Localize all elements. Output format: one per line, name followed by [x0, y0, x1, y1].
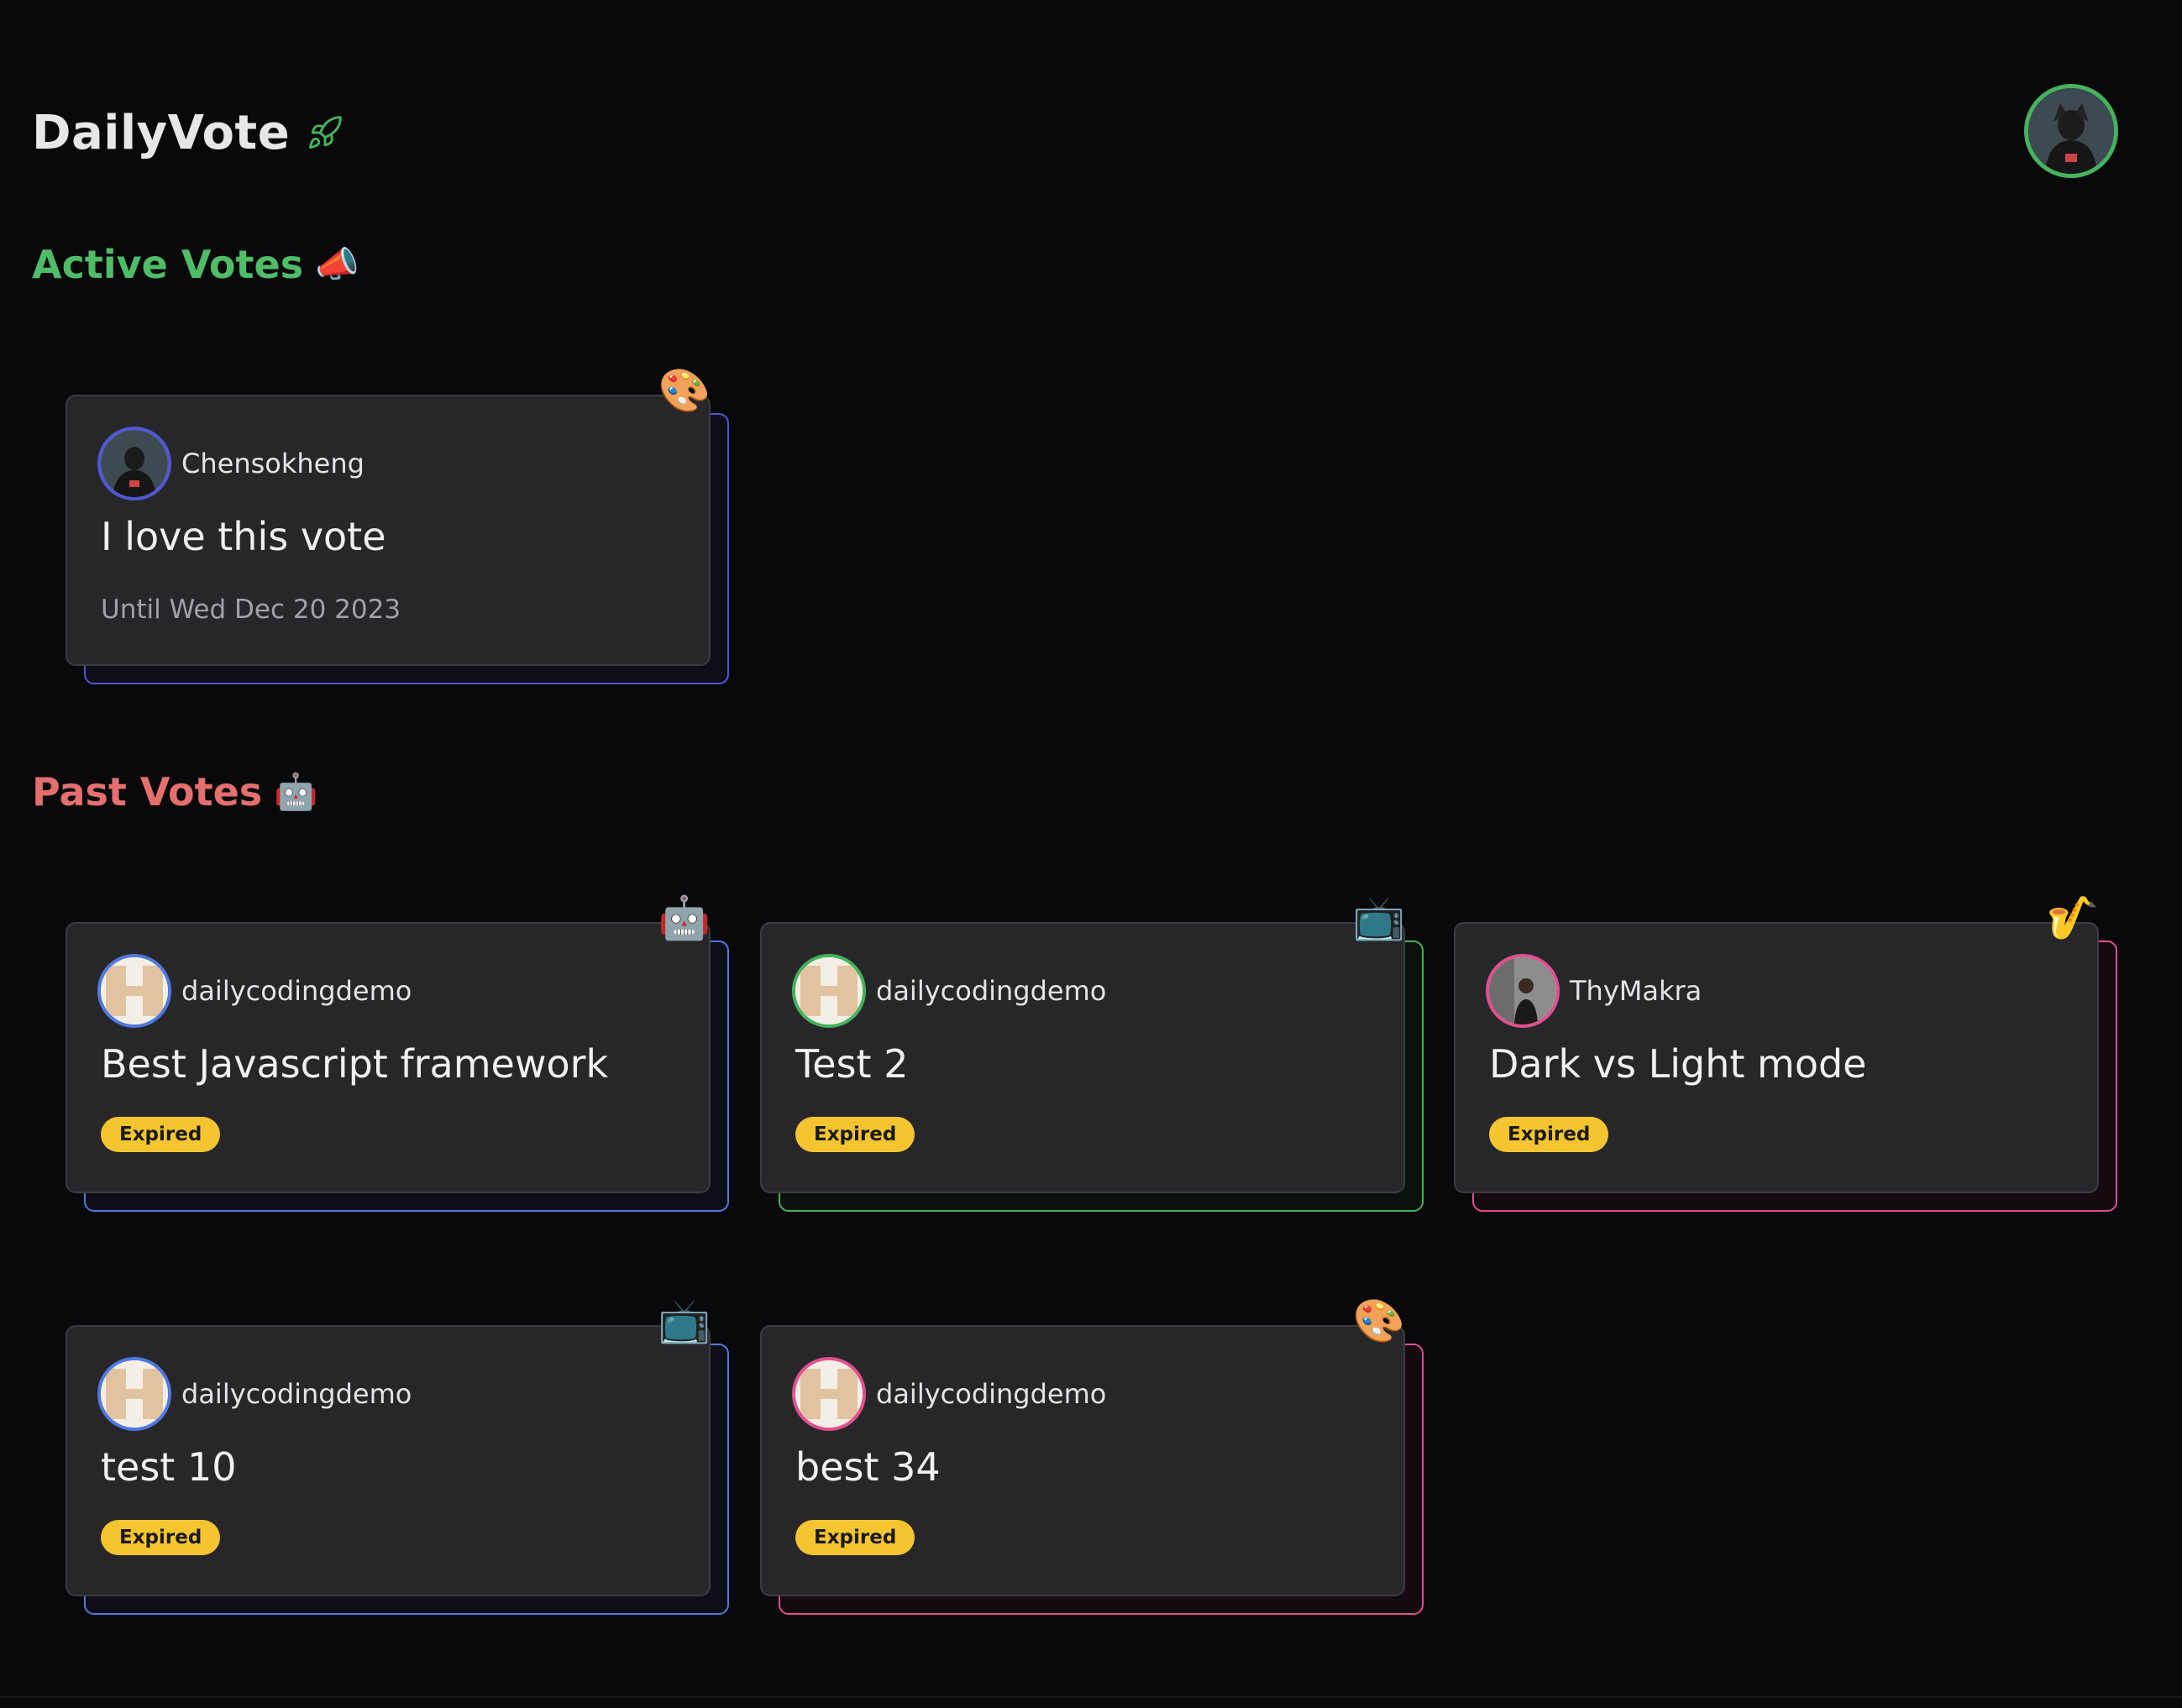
saxophone-icon: 🎷 [2046, 893, 2099, 942]
active-votes-title: Active Votes [32, 242, 304, 287]
palette-icon: 🎨 [658, 366, 711, 415]
avatar-photo [101, 430, 168, 497]
app-header: DailyVote [32, 99, 344, 166]
avatar-pattern [795, 957, 863, 1024]
card-author: dailycodingdemo [97, 1357, 412, 1431]
vote-deadline: Until Wed Dec 20 2023 [101, 595, 401, 625]
card-author: dailycodingdemo [792, 1357, 1106, 1431]
rocket-icon [309, 116, 342, 149]
expired-badge: Expired [101, 1520, 221, 1555]
vote-title: Test 2 [795, 1041, 909, 1087]
robot-icon: 🤖 [658, 893, 711, 942]
card-author: dailycodingdemo [792, 954, 1106, 1028]
avatar [97, 427, 171, 500]
vote-card[interactable]: 📺 dailycodingdemo Test 2 Expired [760, 897, 1405, 1193]
user-avatar[interactable] [2024, 84, 2118, 178]
author-name: dailycodingdemo [181, 1378, 412, 1410]
author-name: dailycodingdemo [876, 975, 1107, 1007]
avatar [1486, 954, 1560, 1028]
avatar-photo [2028, 88, 2114, 174]
card-author: dailycodingdemo [97, 954, 412, 1028]
avatar [792, 1357, 866, 1431]
robot-icon: 🤖 [274, 771, 318, 812]
vote-card[interactable]: 🎨 Chensokheng I love this vote Until Wed… [66, 369, 711, 666]
author-name: dailycodingdemo [181, 975, 412, 1007]
expired-badge: Expired [795, 1117, 915, 1152]
tv-icon: 📺 [658, 1297, 711, 1345]
vote-card[interactable]: 🎷 ThyMakra Dark vs Light mode Expired [1454, 897, 2099, 1193]
page-divider [0, 1696, 2182, 1698]
author-name: ThyMakra [1570, 975, 1702, 1007]
vote-card[interactable]: 📺 dailycodingdemo test 10 Expired [66, 1300, 711, 1596]
card-author: ThyMakra [1486, 954, 1702, 1028]
avatar [97, 954, 171, 1028]
active-vote-card[interactable]: 🎨 Chensokheng I love this vote Until Wed… [66, 369, 729, 684]
author-name: Chensokheng [181, 448, 365, 479]
card-author: Chensokheng [97, 427, 365, 500]
avatar [97, 1357, 171, 1431]
past-vote-card[interactable]: 🤖 dailycodingdemo Best Javascript framew… [66, 897, 729, 1212]
expired-badge: Expired [101, 1117, 221, 1152]
avatar-pattern [101, 957, 168, 1024]
author-name: dailycodingdemo [876, 1378, 1107, 1410]
past-vote-card[interactable]: 🎨 dailycodingdemo best 34 Expired [760, 1300, 1424, 1615]
avatar [792, 954, 866, 1028]
past-vote-card[interactable]: 📺 dailycodingdemo Test 2 Expired [760, 897, 1424, 1212]
expired-badge: Expired [795, 1520, 915, 1555]
avatar-pattern [101, 1360, 168, 1428]
vote-title: Best Javascript framework [101, 1041, 609, 1087]
vote-title: I love this vote [101, 514, 386, 559]
past-vote-card[interactable]: 🎷 ThyMakra Dark vs Light mode Expired [1454, 897, 2117, 1212]
vote-title: Dark vs Light mode [1489, 1041, 1867, 1087]
tv-icon: 📺 [1352, 893, 1405, 942]
vote-card[interactable]: 🤖 dailycodingdemo Best Javascript framew… [66, 897, 711, 1193]
vote-title: best 34 [795, 1444, 941, 1490]
avatar-pattern [795, 1360, 863, 1428]
avatar-photo [1489, 957, 1556, 1024]
past-vote-card[interactable]: 📺 dailycodingdemo test 10 Expired [66, 1300, 729, 1615]
vote-title: test 10 [101, 1444, 237, 1490]
palette-icon: 🎨 [1352, 1297, 1405, 1345]
app-title: DailyVote [32, 105, 291, 160]
vote-card[interactable]: 🎨 dailycodingdemo best 34 Expired [760, 1300, 1405, 1596]
past-votes-heading: Past Votes 🤖 [32, 769, 317, 815]
past-votes-title: Past Votes [32, 769, 263, 815]
expired-badge: Expired [1489, 1117, 1609, 1152]
megaphone-icon: 📣 [315, 244, 359, 285]
active-votes-heading: Active Votes 📣 [32, 242, 359, 287]
